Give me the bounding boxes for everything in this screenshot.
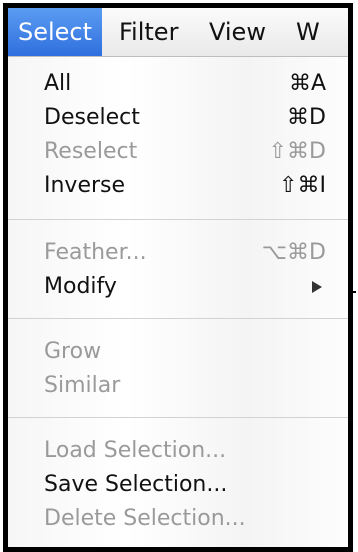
menu-item-reselect: Reselect ⇧⌘D [8, 135, 348, 169]
menu-item-shortcut: ⌥⌘D [261, 240, 326, 265]
menubar-item-filter[interactable]: Filter [109, 8, 188, 56]
menu-window: Select Filter View W All ⌘A Deselect ⌘D … [3, 3, 353, 552]
menu-item-load-selection: Load Selection... [8, 434, 348, 468]
menu-item-label: Reselect [44, 139, 138, 164]
select-menu-dropdown: All ⌘A Deselect ⌘D Reselect ⇧⌘D Inverse … [8, 56, 348, 547]
menu-item-label: Deselect [44, 105, 140, 130]
menu-item-label: Modify [44, 274, 117, 299]
menu-item-label: Grow [44, 339, 102, 364]
menu-item-save-selection[interactable]: Save Selection... [8, 468, 348, 502]
menu-item-feather: Feather... ⌥⌘D [8, 236, 348, 270]
menu-separator [8, 318, 348, 319]
menu-item-label: All [44, 71, 72, 96]
menubar-item-window[interactable]: W [286, 8, 330, 56]
outside-mark [350, 291, 356, 293]
menu-item-shortcut: ⇧⌘I [279, 173, 326, 198]
menu-item-shortcut: ⌘A [288, 71, 326, 96]
menu-item-label: Inverse [44, 173, 126, 198]
menu-item-grow: Grow [8, 335, 348, 369]
menu-item-modify[interactable]: Modify [8, 270, 348, 304]
menu-separator [8, 219, 348, 220]
menu-item-label: Delete Selection... [44, 506, 246, 531]
menu-item-label: Load Selection... [44, 438, 227, 463]
menu-item-label: Feather... [44, 240, 147, 265]
menubar-item-view[interactable]: View [199, 8, 276, 56]
menu-item-label: Similar [44, 373, 121, 398]
menu-item-inverse[interactable]: Inverse ⇧⌘I [8, 169, 348, 203]
menu-item-deselect[interactable]: Deselect ⌘D [8, 101, 348, 135]
menu-item-label: Save Selection... [44, 472, 228, 497]
menu-bar: Select Filter View W [8, 8, 348, 57]
menu-item-shortcut: ⇧⌘D [268, 139, 326, 164]
triangle-right-icon [312, 281, 322, 293]
menu-separator [8, 417, 348, 418]
menu-item-similar: Similar [8, 369, 348, 403]
menu-item-shortcut: ⌘D [287, 105, 326, 130]
menu-item-delete-selection: Delete Selection... [8, 502, 348, 536]
menu-item-all[interactable]: All ⌘A [8, 67, 348, 101]
menubar-item-select[interactable]: Select [8, 8, 103, 56]
